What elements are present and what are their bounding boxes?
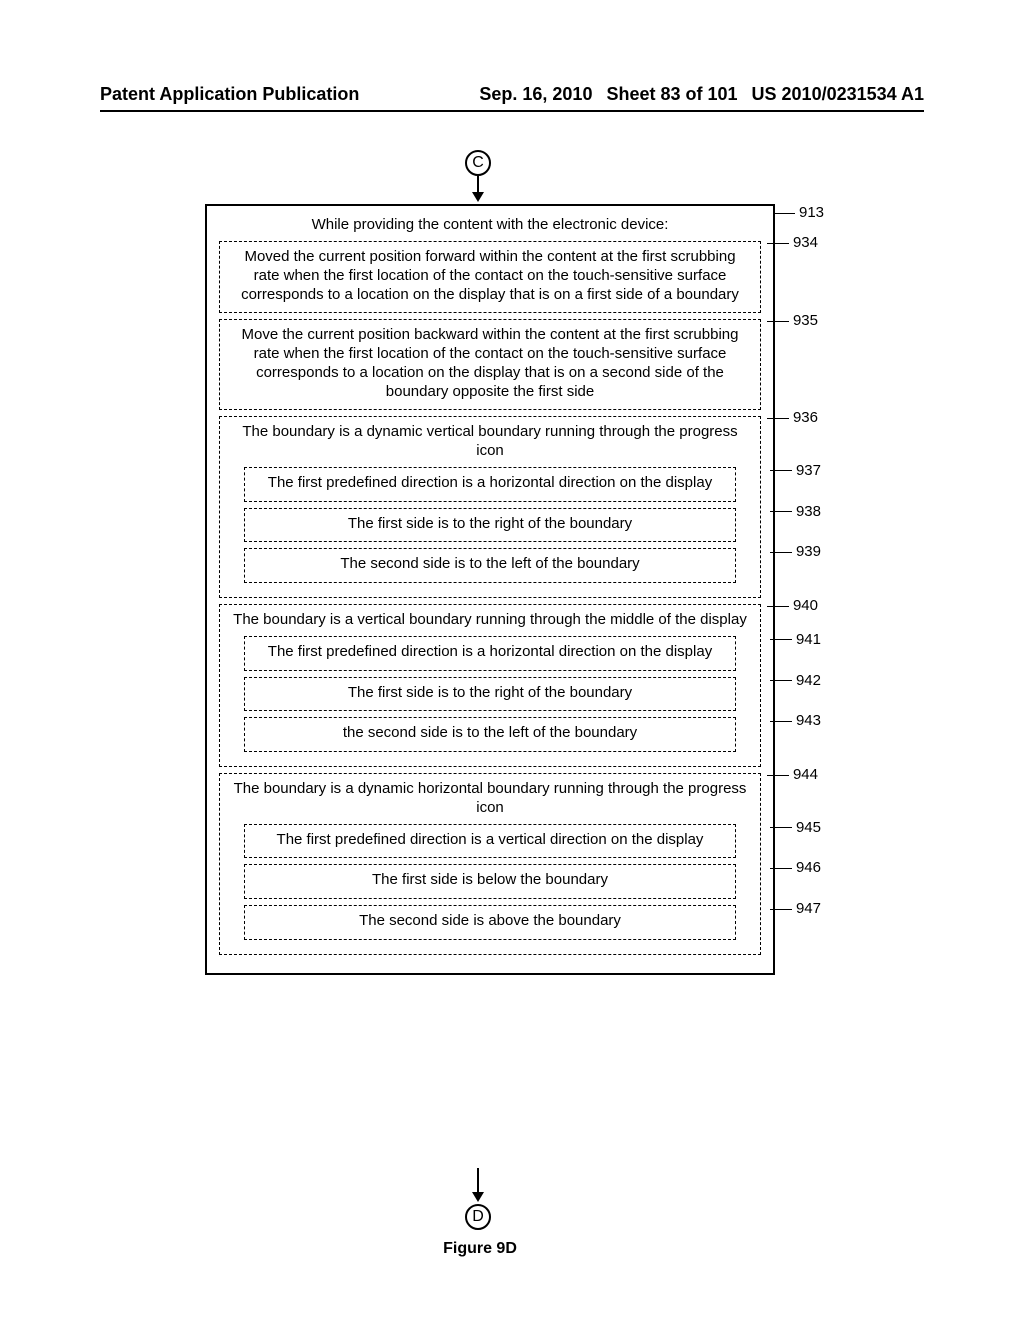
box-939: 939 The second side is to the left of th…: [244, 548, 736, 583]
ref-942: 942: [770, 672, 821, 689]
text-945: The first predefined direction is a vert…: [255, 831, 725, 850]
ref-939: 939: [770, 543, 821, 560]
box-934: 934 Moved the current position forward w…: [219, 241, 761, 313]
outer-title: While providing the content with the ele…: [215, 216, 765, 233]
box-938: 938 The first side is to the right of th…: [244, 508, 736, 543]
text-944: The boundary is a dynamic horizontal bou…: [230, 780, 750, 818]
box-946: 946 The first side is below the boundary: [244, 864, 736, 899]
ref-943: 943: [770, 712, 821, 729]
ref-945: 945: [770, 819, 821, 836]
text-939: The second side is to the left of the bo…: [255, 555, 725, 574]
text-941: The first predefined direction is a hori…: [255, 643, 725, 662]
header-right: Sep. 16, 2010 Sheet 83 of 101 US 2010/02…: [479, 84, 924, 105]
box-947: 947 The second side is above the boundar…: [244, 905, 736, 940]
ref-941: 941: [770, 631, 821, 648]
header-date: Sep. 16, 2010: [479, 84, 592, 105]
box-936: 936 The boundary is a dynamic vertical b…: [219, 416, 761, 598]
ref-940: 940: [767, 597, 818, 614]
box-941: 941 The first predefined direction is a …: [244, 636, 736, 671]
text-947: The second side is above the boundary: [255, 912, 725, 931]
ref-936: 936: [767, 409, 818, 426]
text-942: The first side is to the right of the bo…: [255, 684, 725, 703]
text-940: The boundary is a vertical boundary runn…: [230, 611, 750, 630]
box-937: 937 The first predefined direction is a …: [244, 467, 736, 502]
outer-box-913: While providing the content with the ele…: [205, 204, 775, 975]
text-935: Move the current position backward withi…: [230, 326, 750, 401]
box-943: 943 the second side is to the left of th…: [244, 717, 736, 752]
header-sheet: Sheet 83 of 101: [606, 84, 737, 105]
arrow-line-top: [477, 174, 479, 194]
header-left: Patent Application Publication: [100, 84, 359, 105]
ref-935: 935: [767, 312, 818, 329]
text-938: The first side is to the right of the bo…: [255, 515, 725, 534]
connector-c: C: [465, 150, 491, 176]
ref-934: 934: [767, 234, 818, 251]
page-header: Patent Application Publication Sep. 16, …: [0, 84, 1024, 105]
box-944: 944 The boundary is a dynamic horizontal…: [219, 773, 761, 955]
box-945: 945 The first predefined direction is a …: [244, 824, 736, 859]
ref-944: 944: [767, 766, 818, 783]
box-942: 942 The first side is to the right of th…: [244, 677, 736, 712]
text-943: the second side is to the left of the bo…: [255, 724, 725, 743]
ref-947: 947: [770, 900, 821, 917]
arrow-line-bottom: [477, 1168, 479, 1194]
ref-937: 937: [770, 462, 821, 479]
box-935: 935 Move the current position backward w…: [219, 319, 761, 410]
ref-913: 913: [773, 204, 824, 221]
arrow-down-icon: [472, 1192, 484, 1202]
figure-caption: Figure 9D: [205, 1240, 755, 1258]
text-946: The first side is below the boundary: [255, 871, 725, 890]
header-separator: [100, 110, 924, 112]
ref-946: 946: [770, 859, 821, 876]
box-940: 940 The boundary is a vertical boundary …: [219, 604, 761, 767]
text-934: Moved the current position forward withi…: [230, 248, 750, 304]
text-936: The boundary is a dynamic vertical bound…: [230, 423, 750, 461]
arrow-down-icon: [472, 192, 484, 202]
header-pubno: US 2010/0231534 A1: [752, 84, 924, 105]
figure-area: C 913 While providing the content with t…: [205, 160, 820, 975]
connector-d: D: [465, 1204, 491, 1230]
text-937: The first predefined direction is a hori…: [255, 474, 725, 493]
ref-938: 938: [770, 503, 821, 520]
